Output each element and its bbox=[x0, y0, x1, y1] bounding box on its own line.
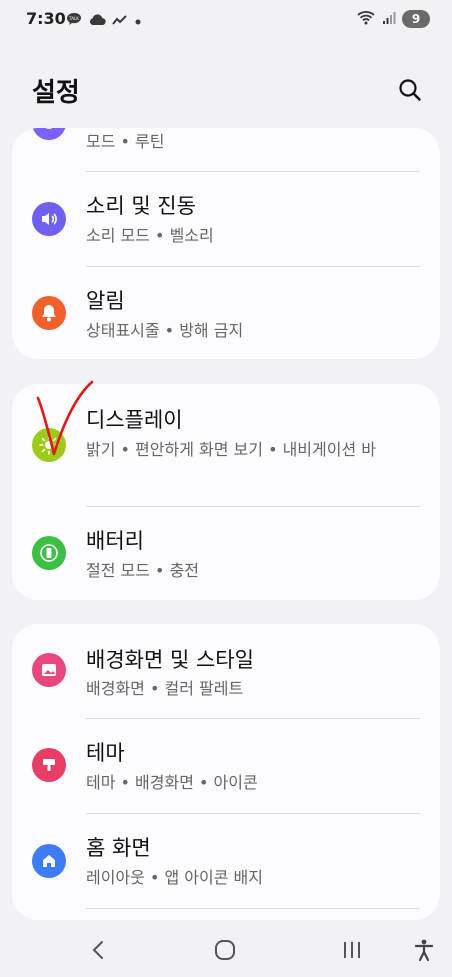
settings-item-sub: 테마 • 배경화면 • 아이콘 bbox=[86, 773, 258, 792]
back-icon bbox=[92, 941, 103, 959]
settings-item-sub: 소리 모드 • 벨소리 bbox=[86, 226, 214, 245]
dot-icon bbox=[134, 11, 142, 30]
talk-icon: TALK bbox=[66, 11, 82, 30]
settings-item-sub: 상태표시줄 • 방해 금지 bbox=[86, 321, 244, 340]
home-button[interactable] bbox=[205, 935, 245, 965]
search-icon bbox=[399, 79, 421, 101]
settings-item-sub: 모드 • 루틴 bbox=[86, 132, 165, 151]
settings-item-sound[interactable]: 소리 및 진동 소리 모드 • 벨소리 bbox=[12, 172, 440, 266]
settings-item-themes[interactable]: 테마 테마 • 배경화면 • 아이콘 bbox=[12, 719, 440, 813]
signal-icon bbox=[382, 10, 396, 29]
battery-indicator: 9 bbox=[402, 10, 430, 28]
home-icon bbox=[32, 844, 66, 878]
page-title: 설정 bbox=[32, 78, 80, 108]
navigation-bar bbox=[0, 925, 452, 977]
settings-item-sub: 밝기 • 편안하게 화면 보기 • 내비게이션 바 bbox=[86, 440, 376, 459]
recents-button[interactable] bbox=[332, 935, 372, 965]
home-button-icon bbox=[215, 940, 235, 960]
volume-icon bbox=[32, 202, 66, 236]
accessibility-icon bbox=[414, 939, 434, 962]
settings-item-title: 소리 및 진동 bbox=[86, 194, 196, 218]
settings-item-title: 디스플레이 bbox=[86, 408, 183, 432]
settings-group-sound: 모드 • 루틴 소리 및 진동 소리 모드 • 벨소리 알림 상태표시줄 • 방… bbox=[12, 128, 440, 359]
settings-item-title: 배경화면 및 스타일 bbox=[86, 648, 254, 672]
bell-icon bbox=[32, 296, 66, 330]
trend-icon bbox=[112, 11, 128, 30]
settings-item-modes-routines[interactable]: 모드 • 루틴 bbox=[12, 128, 440, 168]
wifi-icon bbox=[356, 9, 376, 29]
image-icon bbox=[32, 653, 66, 687]
settings-item-notifications[interactable]: 알림 상태표시줄 • 방해 금지 bbox=[12, 267, 440, 359]
cloud-icon bbox=[88, 11, 106, 30]
search-button[interactable] bbox=[396, 76, 424, 104]
settings-item-title: 테마 bbox=[86, 741, 125, 765]
settings-item-sub: 레이아웃 • 앱 아이콘 배지 bbox=[86, 868, 263, 887]
battery-care-icon bbox=[32, 536, 66, 570]
settings-item-title: 홈 화면 bbox=[86, 836, 151, 860]
settings-item-sub: 절전 모드 • 충전 bbox=[86, 561, 200, 580]
checkmark-annotation bbox=[34, 378, 98, 466]
divider bbox=[86, 908, 420, 909]
settings-item-home-screen[interactable]: 홈 화면 레이아웃 • 앱 아이콘 배지 bbox=[12, 814, 440, 908]
routine-icon bbox=[32, 128, 66, 140]
settings-item-wallpaper[interactable]: 배경화면 및 스타일 배경화면 • 컬러 팔레트 bbox=[12, 624, 440, 718]
settings-item-battery[interactable]: 배터리 절전 모드 • 충전 bbox=[12, 507, 440, 600]
settings-item-title: 알림 bbox=[86, 289, 125, 313]
back-button[interactable] bbox=[78, 935, 118, 965]
status-bar: 7:30 TALK 9 bbox=[0, 0, 452, 38]
settings-item-title: 배터리 bbox=[86, 529, 144, 553]
settings-item-sub: 배경화면 • 컬러 팔레트 bbox=[86, 679, 244, 698]
accessibility-button[interactable] bbox=[404, 935, 444, 965]
brush-icon bbox=[32, 748, 66, 782]
recents-icon bbox=[344, 942, 360, 958]
svg-text:TALK: TALK bbox=[68, 16, 79, 21]
settings-group-personalization: 배경화면 및 스타일 배경화면 • 컬러 팔레트 테마 테마 • 배경화면 • … bbox=[12, 624, 440, 920]
status-time: 7:30 bbox=[26, 9, 66, 28]
